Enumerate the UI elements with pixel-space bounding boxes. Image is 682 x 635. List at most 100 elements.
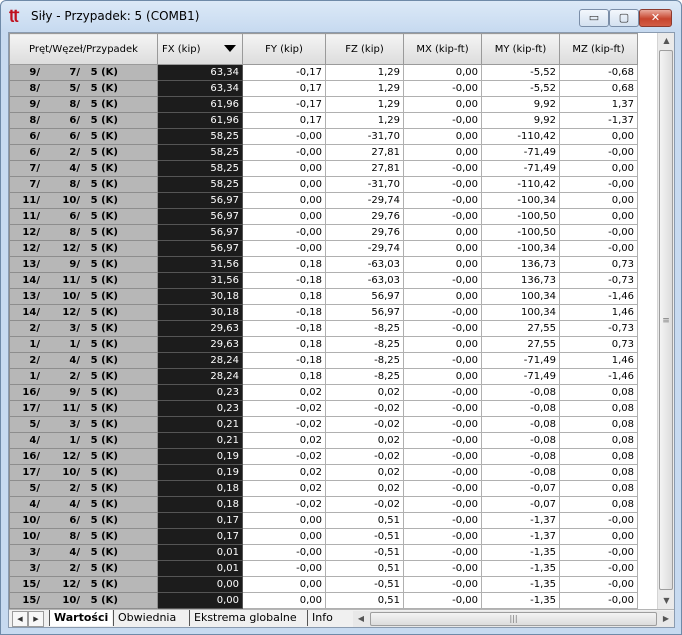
row-label-cell[interactable]: 16/9/5 (K) [9,384,158,401]
tab-info[interactable]: Info [307,610,337,626]
table-row[interactable]: 3/2/5 (K) 0,01 -0,00 0,51 -0,00 -1,35 -0,00 [9,560,638,577]
cell-mz[interactable]: -0,00 [559,144,638,161]
row-label-cell[interactable]: 15/10/5 (K) [9,592,158,609]
cell-my[interactable]: -1,35 [481,560,560,577]
row-label-cell[interactable]: 3/4/5 (K) [9,544,158,561]
cell-my[interactable]: -0,08 [481,464,560,481]
scroll-up-icon[interactable]: ▲ [658,33,674,49]
tab-obwiednia[interactable]: Obwiednia [113,610,180,626]
cell-mz[interactable]: -0,73 [559,320,638,337]
row-label-cell[interactable]: 1/1/5 (K) [9,336,158,353]
table-row[interactable]: 10/8/5 (K) 0,17 0,00 -0,51 -0,00 -1,37 0,00 [9,528,638,545]
cell-fy[interactable]: -0,00 [242,224,326,241]
tab-wartosci[interactable]: Wartości [49,610,113,626]
cell-fx[interactable]: 56,97 [157,192,243,209]
cell-mx[interactable]: -0,00 [403,384,482,401]
cell-my[interactable]: -100,50 [481,208,560,225]
cell-fy[interactable]: 0,00 [242,528,326,545]
cell-mx[interactable]: -0,00 [403,272,482,289]
table-row[interactable]: 14/11/5 (K) 31,56 -0,18 -63,03 -0,00 136,73 -0… [9,272,638,289]
cell-fx[interactable]: 0,19 [157,464,243,481]
cell-mx[interactable]: -0,00 [403,416,482,433]
table-row[interactable]: 17/10/5 (K) 0,19 0,02 0,02 -0,00 -0,08 0,08 [9,464,638,481]
table-row[interactable]: 13/9/5 (K) 31,56 0,18 -63,03 0,00 136,73 0,73 [9,256,638,273]
cell-my[interactable]: -0,08 [481,432,560,449]
cell-fx[interactable]: 56,97 [157,240,243,257]
table-row[interactable]: 13/10/5 (K) 30,18 0,18 56,97 0,00 100,34 -1,46 [9,288,638,305]
cell-fz[interactable]: -0,02 [325,448,404,465]
cell-mz[interactable]: -0,00 [559,576,638,593]
cell-fx[interactable]: 28,24 [157,352,243,369]
cell-fx[interactable]: 31,56 [157,272,243,289]
horizontal-scroll-thumb[interactable]: ||| [370,612,657,626]
cell-mx[interactable]: -0,00 [403,544,482,561]
cell-fz[interactable]: 27,81 [325,160,404,177]
cell-mx[interactable]: -0,00 [403,480,482,497]
column-header-mz[interactable]: MZ (kip-ft) [559,33,638,65]
cell-fz[interactable]: 0,02 [325,384,404,401]
maximize-button[interactable]: ▢ [609,9,639,27]
cell-mx[interactable]: 0,00 [403,288,482,305]
cell-mz[interactable]: 0,00 [559,528,638,545]
cell-mx[interactable]: -0,00 [403,400,482,417]
cell-my[interactable]: -1,37 [481,512,560,529]
row-label-cell[interactable]: 1/2/5 (K) [9,368,158,385]
cell-fx[interactable]: 0,01 [157,560,243,577]
row-label-cell[interactable]: 2/3/5 (K) [9,320,158,337]
cell-fy[interactable]: 0,00 [242,512,326,529]
cell-my[interactable]: -71,49 [481,368,560,385]
cell-mx[interactable]: -0,00 [403,352,482,369]
cell-mx[interactable]: 0,00 [403,256,482,273]
cell-mz[interactable]: -0,73 [559,272,638,289]
cell-fx[interactable]: 63,34 [157,64,243,81]
title-bar[interactable]: ʈʈ Siły - Przypadek: 5 (COMB1) ▭ ▢ ✕ [1,1,681,31]
cell-my[interactable]: -1,35 [481,544,560,561]
cell-fy[interactable]: 0,02 [242,464,326,481]
cell-fx[interactable]: 63,34 [157,80,243,97]
cell-fy[interactable]: 0,18 [242,336,326,353]
row-label-cell[interactable]: 5/2/5 (K) [9,480,158,497]
cell-fx[interactable]: 58,25 [157,160,243,177]
cell-my[interactable]: -71,49 [481,352,560,369]
close-button[interactable]: ✕ [639,9,672,27]
cell-fx[interactable]: 29,63 [157,320,243,337]
tab-ekstrema-globalne[interactable]: Ekstrema globalne [189,610,301,626]
cell-mz[interactable]: -0,00 [559,592,638,609]
cell-my[interactable]: -1,35 [481,576,560,593]
cell-fy[interactable]: -0,18 [242,352,326,369]
cell-mz[interactable]: -0,00 [559,560,638,577]
cell-mz[interactable]: 0,08 [559,496,638,513]
cell-my[interactable]: -0,08 [481,448,560,465]
row-label-cell[interactable]: 6/6/5 (K) [9,128,158,145]
cell-fy[interactable]: 0,00 [242,576,326,593]
table-row[interactable]: 8/6/5 (K) 61,96 0,17 1,29 -0,00 9,92 -1,37 [9,112,638,129]
cell-mx[interactable]: 0,00 [403,144,482,161]
cell-fz[interactable]: -63,03 [325,272,404,289]
cell-fz[interactable]: 56,97 [325,304,404,321]
table-row[interactable]: 1/2/5 (K) 28,24 0,18 -8,25 0,00 -71,49 -1,46 [9,368,638,385]
row-label-cell[interactable]: 4/1/5 (K) [9,432,158,449]
cell-fz[interactable]: -63,03 [325,256,404,273]
cell-my[interactable]: -0,08 [481,384,560,401]
column-header-fy[interactable]: FY (kip) [242,33,326,65]
cell-fy[interactable]: -0,00 [242,240,326,257]
cell-fx[interactable]: 56,97 [157,208,243,225]
cell-my[interactable]: 136,73 [481,272,560,289]
cell-mz[interactable]: 0,08 [559,480,638,497]
cell-mx[interactable]: 0,00 [403,224,482,241]
cell-fy[interactable]: -0,18 [242,272,326,289]
row-label-cell[interactable]: 4/4/5 (K) [9,496,158,513]
row-label-cell[interactable]: 5/3/5 (K) [9,416,158,433]
table-row[interactable]: 7/4/5 (K) 58,25 0,00 27,81 -0,00 -71,49 0,00 [9,160,638,177]
cell-fy[interactable]: -0,00 [242,560,326,577]
cell-fx[interactable]: 58,25 [157,144,243,161]
cell-fy[interactable]: -0,00 [242,544,326,561]
cell-mz[interactable]: 0,00 [559,192,638,209]
cell-fy[interactable]: 0,00 [242,208,326,225]
table-row[interactable]: 2/4/5 (K) 28,24 -0,18 -8,25 -0,00 -71,49 1,46 [9,352,638,369]
cell-mz[interactable]: 1,37 [559,96,638,113]
row-label-cell[interactable]: 14/11/5 (K) [9,272,158,289]
row-label-cell[interactable]: 7/8/5 (K) [9,176,158,193]
table-row[interactable]: 3/4/5 (K) 0,01 -0,00 -0,51 -0,00 -1,35 -0,00 [9,544,638,561]
cell-mx[interactable]: -0,00 [403,176,482,193]
